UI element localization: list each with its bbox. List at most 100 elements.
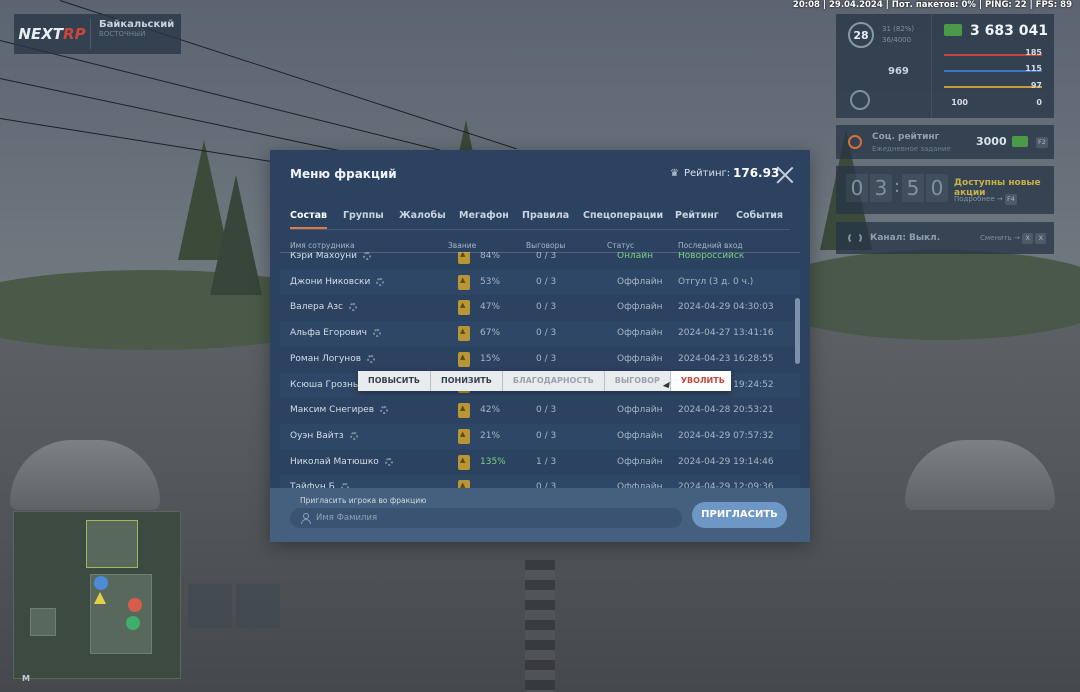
tree [210,175,262,295]
scrollbar-thumb[interactable] [795,298,800,364]
target-icon [848,135,862,149]
rank-icon [458,428,470,444]
server-sub: ВОСТОЧНЫЙ [99,30,146,38]
gear-icon[interactable] [373,329,381,338]
tab-groups[interactable]: Группы [343,210,384,221]
member-status: Оффлайн [617,276,663,287]
gear-icon[interactable] [367,354,375,363]
warnings-count: 0 / 3 [536,252,557,261]
gear-icon[interactable] [363,252,371,260]
gear-icon[interactable] [350,431,358,440]
map-marker-icon [126,616,140,630]
promote-button[interactable]: ПОВЫСИТЬ [358,371,432,391]
rank-icon [458,252,470,264]
tab-complaints[interactable]: Жалобы [399,210,446,221]
table-row[interactable]: Максим Снегирев 42% 0 / 3 Оффлайн 2024-04-28… [280,398,800,423]
member-status: Оффлайн [617,430,663,441]
rank-icon [458,326,470,342]
table-row[interactable]: Николай Матюшко 135% 1 / 3 Оффлайн 2024-04-2… [280,450,800,475]
table-row[interactable]: Валера Азс 47% 0 / 3 Оффлайн 2024-04-29 04:3… [280,295,800,320]
faction-rating: ♛ Рейтинг: [670,168,730,179]
member-status: Оффлайн [617,302,663,313]
player-stats-left: 28 31 (82%) 36/4000 969 [836,14,932,118]
hunger-bar [944,86,1042,88]
table-row[interactable]: Альфа Егорович 67% 0 / 3 Оффлайн 2024-04-27 … [280,321,800,347]
server-name: Байкальский [99,19,175,30]
map-block [30,608,56,636]
invite-button[interactable]: ПРИГЛАСИТЬ [692,502,787,528]
last-login: Новороссийск [678,252,745,261]
timer-digit: 5 [902,174,924,202]
timer-digit: 3 [870,174,892,202]
member-name: Джони Никовски [290,276,371,287]
minimap[interactable] [13,511,181,679]
member-context-menu: ПОВЫСИТЬ ПОНИЗИТЬ БЛАГОДАРНОСТЬ ВЫГОВОР … [358,371,731,391]
timer-digit: 0 [926,174,948,202]
status-bar: 20:08 | 29.04.2024 | Пот. пакетов: 0% | … [792,0,1072,10]
key-hint: F2 [1036,137,1048,148]
member-status: Оффлайн [617,456,663,467]
hotbar-slot[interactable] [188,584,232,628]
member-name: Кэри Махоуни [290,252,357,261]
member-name: Альфа Егорович [290,328,367,339]
gear-icon[interactable] [349,303,357,312]
level-progress: 31 (82%) 36/4000 [882,25,915,44]
table-row[interactable]: Кэри Махоуни 84% 0 / 3 Онлайн Новороссийск [280,252,800,269]
table-row[interactable]: Джони Никовски 53% 0 / 3 Оффлайн Отгул (3 д.… [280,269,800,295]
channel-change[interactable]: Сменить → X X [980,233,1047,244]
list-divider [280,252,800,253]
gear-icon[interactable] [380,406,388,415]
invite-label: Пригласить игрока во фракцию [300,496,427,505]
hotbar-slot[interactable] [236,584,280,628]
invite-area: Пригласить игрока во фракцию ПРИГЛАСИТЬ [270,488,810,542]
warnings-count: 0 / 3 [536,302,557,313]
rank-percent: 15% [480,353,501,364]
last-login: 2024-04-29 19:14:46 [678,456,774,467]
member-status: Онлайн [617,252,653,261]
server-badge: NEXT RP Байкальский ВОСТОЧНЫЙ [14,14,181,54]
voice-channel-panel[interactable]: Канал: Выкл. Сменить → X X [836,222,1054,254]
member-status: Оффлайн [617,405,663,416]
promo-timer-panel[interactable]: 0 3 : 5 0 Доступны новые акции Подробнее… [836,166,1054,214]
demote-button[interactable]: ПОНИЗИТЬ [431,371,503,391]
gear-icon[interactable] [376,277,384,286]
timer-colon: : [894,176,901,197]
rank-percent: 21% [480,430,501,441]
tab-megaphone[interactable]: Мегафон [459,210,509,221]
member-name: Ксюша Грозны [290,379,361,390]
heart-icon [850,90,870,110]
social-rating-title: Соц. рейтинг [872,132,940,142]
map-marker-icon [94,576,108,590]
member-name: Оуэн Вайтз [290,430,344,441]
table-row[interactable]: Роман Логунов 15% 0 / 3 Оффлайн 2024-04-23 1… [280,347,800,372]
player-stats: 28 31 (82%) 36/4000 969 3 683 041 185 11… [836,14,1054,118]
member-status: Оффлайн [617,328,663,339]
rank-icon [458,300,470,316]
timer-digit: 0 [846,174,868,202]
faction-menu: Меню фракций ♛ Рейтинг: 176.93 Состав Гр… [270,150,810,542]
tab-staff[interactable]: Состав [290,210,328,229]
rank-icon [458,480,470,488]
last-login: 2024-04-27 13:41:16 [678,328,774,339]
social-rating-panel[interactable]: Соц. рейтинг Ежедневное задание 3000 F2 [836,125,1054,159]
tab-rating[interactable]: Рейтинг [675,210,719,221]
tab-special-ops[interactable]: Спецоперации [583,210,663,221]
tab-rules[interactable]: Правила [522,210,569,221]
dismiss-button[interactable]: УВОЛИТЬ [670,371,731,391]
invite-name-input[interactable] [290,508,682,528]
tab-events[interactable]: События [736,210,783,221]
staff-list[interactable]: Кэри Махоуни 84% 0 / 3 Онлайн Новороссийск Дж… [280,252,800,488]
close-icon[interactable] [776,166,794,184]
reprimand-button[interactable]: ВЫГОВОР [604,371,671,391]
rank-percent: 84% [480,252,501,261]
table-row[interactable]: Оуэн Вайтз 21% 0 / 3 Оффлайн 2024-04-29 07:5… [280,423,800,449]
last-login: 2024-04-23 16:28:55 [678,353,774,364]
table-row[interactable]: Тайфун Б0 / 3Оффлайн2024-04-29 12:09:36 [280,475,800,488]
warnings-count: 0 / 3 [536,353,557,364]
member-name: Максим Снегирев [290,405,375,416]
column-header-rank: Звание [448,241,477,250]
money-value: 3 683 041 [970,23,1048,39]
thanks-button[interactable]: БЛАГОДАРНОСТЬ [502,371,605,391]
armor-value: 115 [1025,64,1042,73]
gear-icon[interactable] [385,457,393,466]
